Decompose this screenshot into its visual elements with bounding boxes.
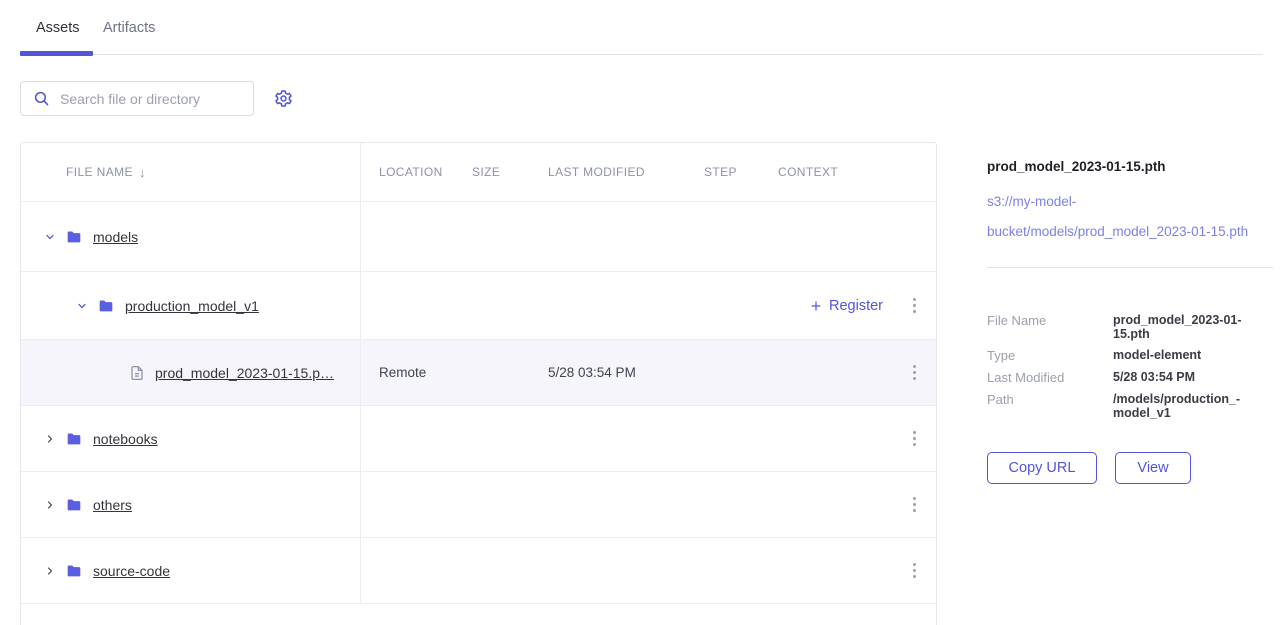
table-header-row: FILE NAME ↓ LOCATION SIZE LAST MODIFIED … (21, 143, 936, 201)
column-header-context: CONTEXT (760, 165, 888, 179)
row-menu-button[interactable] (903, 293, 925, 319)
folder-link-models[interactable]: models (93, 229, 138, 245)
chevron-right-icon[interactable] (44, 499, 56, 511)
detail-field-type: Type model-element (987, 349, 1273, 363)
chevron-down-icon[interactable] (44, 231, 56, 243)
detail-field-path: Path /models/production_- model_v1 (987, 393, 1273, 420)
row-menu-button[interactable] (903, 360, 925, 386)
table-row-prod-model-file[interactable]: prod_model_2023-01-15.p… Remote 5/28 03:… (21, 339, 936, 405)
tab-assets-label: Assets (36, 20, 80, 36)
row-menu-button[interactable] (903, 558, 925, 584)
detail-field-label: Last Modified (987, 371, 1113, 385)
column-header-last-modified: LAST MODIFIED (530, 165, 686, 179)
detail-field-label: Type (987, 349, 1113, 363)
detail-field-value: 5/28 03:54 PM (1113, 371, 1195, 385)
table-empty-space (21, 603, 936, 625)
detail-field-value: /models/production_- model_v1 (1113, 393, 1240, 420)
detail-fields: File Name prod_model_2023-01- 15.pth Typ… (987, 314, 1273, 428)
file-link-prod-model[interactable]: prod_model_2023-01-15.p… (155, 365, 334, 381)
detail-field-label: Path (987, 393, 1113, 407)
chevron-right-icon[interactable] (44, 433, 56, 445)
table-row-models: models (21, 201, 936, 271)
row-menu-button[interactable] (903, 492, 925, 518)
detail-field-value: prod_model_2023-01- 15.pth (1113, 314, 1242, 341)
search-input[interactable] (60, 91, 245, 107)
folder-icon (65, 563, 83, 579)
settings-button[interactable] (271, 86, 295, 110)
row-menu-button[interactable] (903, 426, 925, 452)
assets-file-table: FILE NAME ↓ LOCATION SIZE LAST MODIFIED … (20, 142, 937, 625)
search-icon (33, 90, 50, 107)
register-button-label: Register (829, 298, 883, 314)
folder-icon (65, 229, 83, 245)
plus-icon (810, 300, 822, 312)
tab-artifacts-label: Artifacts (103, 20, 155, 36)
table-row-source-code: source-code (21, 537, 936, 603)
folder-link-others[interactable]: others (93, 497, 132, 513)
column-header-file-name[interactable]: FILE NAME ↓ (21, 143, 361, 201)
tab-assets[interactable]: Assets (36, 0, 80, 55)
file-icon (129, 364, 145, 382)
active-tab-indicator (20, 51, 93, 56)
view-button[interactable]: View (1115, 452, 1191, 484)
column-header-file-name-label: FILE NAME (66, 165, 133, 179)
file-last-modified: 5/28 03:54 PM (530, 365, 686, 380)
tab-artifacts[interactable]: Artifacts (103, 0, 155, 55)
folder-icon (97, 298, 115, 314)
file-location: Remote (361, 365, 454, 380)
table-row-notebooks: notebooks (21, 405, 936, 471)
table-row-others: others (21, 471, 936, 537)
table-row-production-model-v1: production_model_v1 Register (21, 271, 936, 339)
search-box (20, 81, 254, 116)
detail-s3-url-link[interactable]: s3://my-model- bucket/models/prod_model_… (987, 187, 1248, 247)
chevron-down-icon[interactable] (76, 300, 88, 312)
detail-actions: Copy URL View (987, 452, 1191, 484)
sort-descending-icon[interactable]: ↓ (139, 165, 146, 180)
column-header-location: LOCATION (361, 165, 454, 179)
detail-field-label: File Name (987, 314, 1113, 328)
detail-field-value: model-element (1113, 349, 1201, 363)
folder-icon (65, 497, 83, 513)
folder-icon (65, 431, 83, 447)
column-header-size: SIZE (454, 165, 530, 179)
folder-link-source-code[interactable]: source-code (93, 563, 170, 579)
detail-file-title: prod_model_2023-01-15.pth (987, 159, 1166, 174)
detail-divider (987, 267, 1273, 268)
gear-icon (274, 89, 293, 108)
detail-field-last-modified: Last Modified 5/28 03:54 PM (987, 371, 1273, 385)
column-header-step: STEP (686, 165, 760, 179)
folder-link-production-model-v1[interactable]: production_model_v1 (125, 298, 259, 314)
register-button[interactable]: Register (810, 272, 883, 339)
copy-url-button[interactable]: Copy URL (987, 452, 1097, 484)
chevron-right-icon[interactable] (44, 565, 56, 577)
detail-field-file-name: File Name prod_model_2023-01- 15.pth (987, 314, 1273, 341)
folder-link-notebooks[interactable]: notebooks (93, 431, 158, 447)
file-detail-panel: prod_model_2023-01-15.pth s3://my-model-… (987, 142, 1277, 625)
tab-bar: Assets Artifacts (20, 0, 1263, 55)
